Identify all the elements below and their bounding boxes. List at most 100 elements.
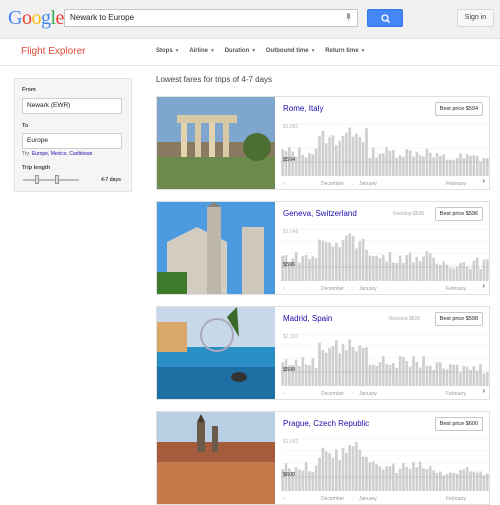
price-bar[interactable] xyxy=(291,151,295,176)
price-bar[interactable] xyxy=(422,256,425,281)
microphone-icon[interactable] xyxy=(346,13,351,22)
price-bar[interactable] xyxy=(375,464,378,491)
price-bar[interactable] xyxy=(301,154,305,176)
price-bar[interactable] xyxy=(345,350,348,386)
price-bar[interactable] xyxy=(318,342,321,386)
from-field[interactable]: Newark (EWR) xyxy=(22,98,122,114)
price-bar[interactable] xyxy=(381,356,385,386)
chevron-right-icon[interactable]: › xyxy=(482,176,485,185)
price-bar[interactable] xyxy=(392,262,395,281)
price-bar[interactable] xyxy=(482,158,486,176)
price-bar[interactable] xyxy=(284,151,288,176)
price-bar[interactable] xyxy=(348,445,352,491)
price-bar[interactable] xyxy=(355,442,358,491)
price-bar[interactable] xyxy=(314,465,318,491)
price-bar[interactable] xyxy=(341,343,345,386)
price-bar[interactable] xyxy=(355,133,358,176)
price-bar[interactable] xyxy=(361,456,365,491)
price-bar[interactable] xyxy=(385,466,388,491)
try-link-caribbean[interactable]: Caribbean xyxy=(69,151,92,157)
destination-card[interactable]: Rome, Italy Best price $594 $1,882 $594 De… xyxy=(156,96,490,190)
price-bar[interactable] xyxy=(298,469,301,491)
price-bar[interactable] xyxy=(485,259,489,281)
price-bar[interactable] xyxy=(422,156,425,176)
price-bar[interactable] xyxy=(455,157,459,176)
price-bar[interactable] xyxy=(432,157,435,176)
price-bar[interactable] xyxy=(459,262,462,281)
price-bar[interactable] xyxy=(361,238,365,281)
best-price-button[interactable]: Best price $594 xyxy=(434,102,483,116)
price-bar[interactable] xyxy=(469,370,472,386)
price-bar[interactable] xyxy=(348,127,352,176)
price-bar[interactable] xyxy=(449,364,452,386)
price-bar[interactable] xyxy=(281,255,284,281)
price-bar[interactable] xyxy=(422,356,425,386)
price-bar[interactable] xyxy=(308,471,311,491)
destination-card[interactable]: Madrid, Spain Nonstop $826 Best price $5… xyxy=(156,306,490,400)
price-bar[interactable] xyxy=(462,365,466,386)
price-bar[interactable] xyxy=(479,364,482,386)
price-bar[interactable] xyxy=(378,466,382,491)
price-bar[interactable] xyxy=(442,154,445,176)
price-bar[interactable] xyxy=(345,452,348,491)
price-bar[interactable] xyxy=(371,461,375,491)
price-bar[interactable] xyxy=(418,367,422,386)
price-bar[interactable] xyxy=(341,239,345,281)
trip-length-slider[interactable] xyxy=(23,179,79,181)
price-bar[interactable] xyxy=(298,366,301,386)
price-bar[interactable] xyxy=(459,470,462,491)
price-bar[interactable] xyxy=(368,462,372,491)
price-bar[interactable] xyxy=(469,471,472,491)
price-bar[interactable] xyxy=(465,467,469,491)
price-bar[interactable] xyxy=(465,266,469,281)
price-bar[interactable] xyxy=(385,261,388,281)
price-bar[interactable] xyxy=(395,262,399,281)
price-bar[interactable] xyxy=(321,350,325,386)
price-bar[interactable] xyxy=(475,472,479,491)
price-bar[interactable] xyxy=(324,451,328,491)
search-input[interactable]: Newark to Europe xyxy=(64,9,358,27)
price-bar[interactable] xyxy=(334,449,338,491)
price-bar[interactable] xyxy=(298,147,301,176)
price-bar[interactable] xyxy=(455,474,459,491)
price-bar[interactable] xyxy=(318,457,321,491)
price-bar[interactable] xyxy=(301,470,305,491)
app-title[interactable]: Flight Explorer xyxy=(21,46,85,57)
price-bar[interactable] xyxy=(388,251,392,281)
price-bar[interactable] xyxy=(334,339,338,386)
price-bar[interactable] xyxy=(321,447,325,491)
price-bar[interactable] xyxy=(308,259,311,281)
best-price-button[interactable]: Best price $596 xyxy=(434,207,483,221)
price-bar[interactable] xyxy=(318,239,321,281)
price-bar[interactable] xyxy=(405,255,409,281)
best-price-button[interactable]: Best price $600 xyxy=(434,417,483,431)
price-bar[interactable] xyxy=(452,160,456,176)
price-bar[interactable] xyxy=(432,470,435,491)
price-bar[interactable] xyxy=(479,161,482,176)
price-bar[interactable] xyxy=(304,157,308,176)
price-bar[interactable] xyxy=(304,254,308,281)
price-bar[interactable] xyxy=(358,241,362,281)
destination-card[interactable]: Geneva, Switzerland Nonstop $836 Best pr… xyxy=(156,201,490,295)
price-bar[interactable] xyxy=(405,360,409,386)
price-bar[interactable] xyxy=(472,260,476,281)
search-button[interactable] xyxy=(367,9,403,27)
price-bar[interactable] xyxy=(449,268,452,281)
price-bar[interactable] xyxy=(304,461,308,491)
chevron-right-icon[interactable]: › xyxy=(482,386,485,395)
price-bar[interactable] xyxy=(425,366,429,386)
price-bar[interactable] xyxy=(375,365,378,386)
price-bar[interactable] xyxy=(334,145,338,176)
price-bar[interactable] xyxy=(358,449,362,491)
price-bar[interactable] xyxy=(442,475,445,491)
price-bar[interactable] xyxy=(435,362,439,386)
price-bar[interactable] xyxy=(375,157,378,176)
price-bar[interactable] xyxy=(355,351,358,386)
destination-city[interactable]: Rome, Italy xyxy=(283,104,323,113)
price-bar[interactable] xyxy=(449,472,452,491)
to-field[interactable]: Europe xyxy=(22,133,122,149)
price-bar[interactable] xyxy=(308,153,311,176)
price-bar[interactable] xyxy=(418,461,422,491)
price-bar[interactable] xyxy=(378,362,382,386)
price-bar[interactable] xyxy=(482,475,486,491)
